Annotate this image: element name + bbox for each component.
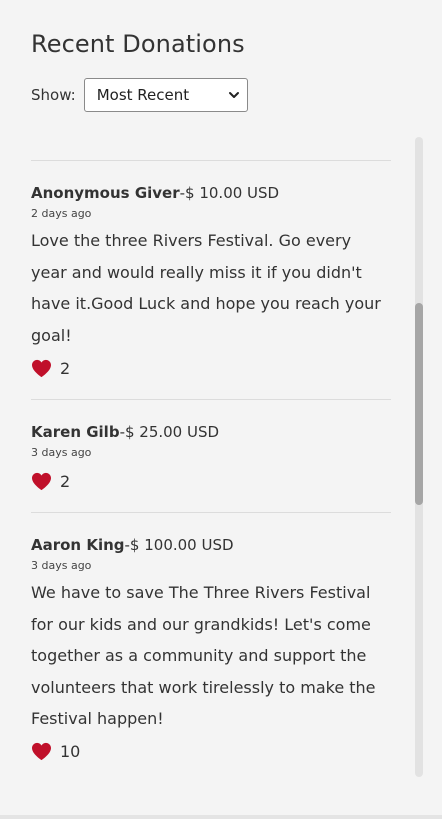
like-count: 10 <box>60 742 81 761</box>
heart-icon[interactable] <box>31 359 52 378</box>
like-control[interactable]: 10 <box>31 741 391 763</box>
like-control[interactable]: 2 <box>31 357 391 379</box>
donation-date: 2 days ago <box>31 207 92 220</box>
scrollbar-track[interactable] <box>415 137 423 777</box>
donation-item: Anonymous Giver-$ 10.00 USD 2 days ago L… <box>31 160 391 399</box>
donation-list: Anonymous Giver-$ 10.00 USD 2 days ago L… <box>31 160 391 777</box>
heart-icon[interactable] <box>31 742 52 761</box>
donation-message: We have to save The Three Rivers Festiva… <box>31 583 376 728</box>
sort-select-value: Most Recent <box>96 86 190 104</box>
donation-amount: -$ 25.00 USD <box>119 423 220 441</box>
like-count: 2 <box>60 358 71 378</box>
panel-bottom-border <box>0 815 442 819</box>
donation-item: Aaron King-$ 100.00 USD 3 days ago We ha… <box>31 512 391 777</box>
like-control[interactable]: 2 <box>31 470 391 492</box>
like-count: 2 <box>60 471 71 491</box>
sort-select[interactable]: Most Recent <box>83 78 248 112</box>
chevron-down-icon <box>228 92 239 98</box>
donor-name: Anonymous Giver <box>31 184 180 202</box>
heart-icon[interactable] <box>31 472 52 491</box>
donation-amount: -$ 10.00 USD <box>179 184 280 202</box>
donor-name: Karen Gilb <box>31 423 120 441</box>
sort-control: Show: Most Recent <box>31 78 248 112</box>
donation-date: 3 days ago <box>31 446 92 459</box>
donor-name: Aaron King <box>31 536 125 554</box>
donation-message: Love the three Rivers Festival. Go every… <box>31 231 381 345</box>
show-label: Show: <box>31 86 76 104</box>
donation-header: Karen Gilb-$ 25.00 USD <box>31 422 391 442</box>
donation-list-viewport[interactable]: Anonymous Giver-$ 10.00 USD 2 days ago L… <box>0 137 442 777</box>
donation-amount: -$ 100.00 USD <box>124 536 234 554</box>
recent-donations-panel: Recent Donations Show: Most Recent Anony… <box>0 0 442 815</box>
donation-header: Aaron King-$ 100.00 USD <box>31 535 391 555</box>
donation-header: Anonymous Giver-$ 10.00 USD <box>31 183 391 203</box>
donation-date: 3 days ago <box>31 559 92 572</box>
donation-item: Karen Gilb-$ 25.00 USD 3 days ago 2 <box>31 399 391 512</box>
scrollbar-thumb[interactable] <box>415 303 423 505</box>
page-title: Recent Donations <box>31 30 245 58</box>
